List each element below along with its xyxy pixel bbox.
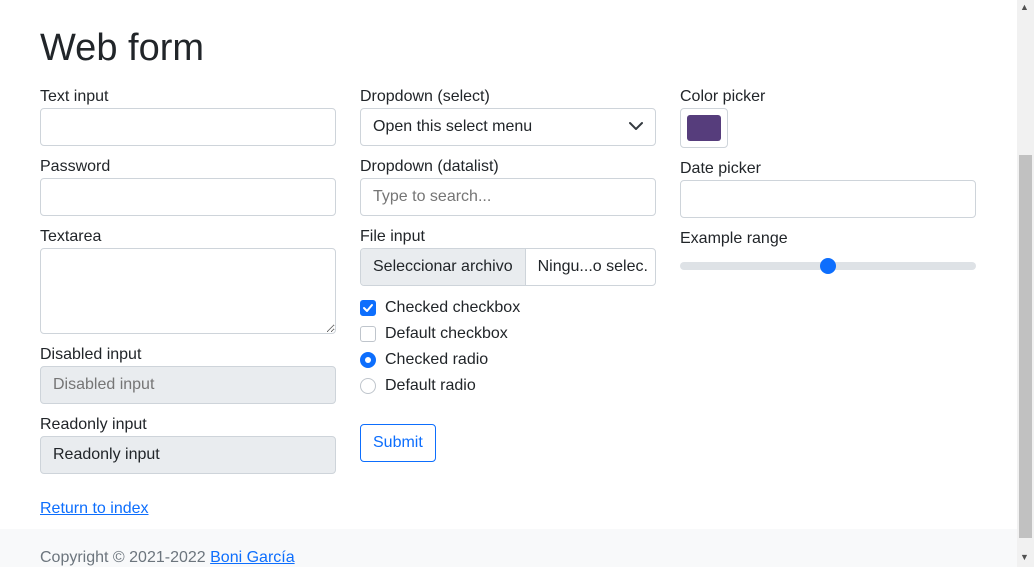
range-label: Example range: [680, 230, 788, 247]
text-input-label: Text input: [40, 88, 109, 105]
submit-button[interactable]: Submit: [360, 424, 436, 462]
form-column-2: Dropdown (select) Open this select menu …: [360, 86, 656, 462]
scrollbar-thumb[interactable]: [1019, 155, 1032, 538]
range-group: Example range: [680, 228, 976, 278]
date-picker-label: Date picker: [680, 160, 761, 177]
copyright-text: Copyright © 2021-2022: [40, 549, 206, 566]
default-radio[interactable]: Default radio: [360, 374, 656, 398]
range-thumb[interactable]: [820, 258, 836, 274]
default-checkbox[interactable]: Default checkbox: [360, 322, 656, 346]
file-input-label: File input: [360, 228, 425, 245]
datalist-input[interactable]: [360, 178, 656, 216]
password-group: Password: [40, 156, 336, 226]
range-slider[interactable]: [680, 250, 976, 278]
textarea-group: Textarea: [40, 226, 336, 344]
color-swatch: [687, 115, 721, 141]
checked-radio-label: Checked radio: [385, 351, 489, 368]
disabled-input: [40, 366, 336, 404]
date-picker-input[interactable]: [680, 180, 976, 218]
disabled-group: Disabled input: [40, 344, 336, 414]
disabled-input-label: Disabled input: [40, 346, 142, 363]
text-input-group: Text input: [40, 86, 336, 156]
select-value: Open this select menu: [373, 118, 533, 135]
return-to-index-link[interactable]: Return to index: [40, 500, 149, 518]
chevron-down-icon: [629, 118, 643, 136]
password-label: Password: [40, 158, 111, 175]
author-link[interactable]: Boni García: [210, 549, 294, 566]
checked-checkbox-label: Checked checkbox: [385, 299, 521, 316]
radio-checked-icon[interactable]: [360, 352, 376, 368]
select-group: Dropdown (select) Open this select menu: [360, 86, 656, 156]
form-column-3: Color picker Date picker Example range: [680, 86, 976, 278]
password-input[interactable]: [40, 178, 336, 216]
textarea-input[interactable]: [40, 248, 336, 334]
readonly-input[interactable]: [40, 436, 336, 474]
color-picker[interactable]: [680, 108, 728, 148]
checked-radio[interactable]: Checked radio: [360, 348, 656, 372]
checkbox-checked-icon[interactable]: [360, 300, 376, 316]
scroll-up-arrow-icon[interactable]: ▲: [1020, 2, 1029, 12]
scroll-down-arrow-icon[interactable]: ▼: [1020, 552, 1029, 562]
radio-empty-icon[interactable]: [360, 378, 376, 394]
textarea-label: Textarea: [40, 228, 102, 245]
page-title: Web form: [40, 27, 205, 69]
checkbox-empty-icon[interactable]: [360, 326, 376, 342]
file-input[interactable]: Seleccionar archivo Ningu...o selec.: [360, 248, 656, 286]
choose-file-button[interactable]: Seleccionar archivo: [361, 249, 526, 285]
readonly-group: Readonly input: [40, 414, 336, 484]
footer: Copyright © 2021-2022 Boni García: [0, 529, 1017, 567]
form-column-1: Text input Password Textarea Disabled in…: [40, 86, 336, 484]
checked-checkbox[interactable]: Checked checkbox: [360, 296, 656, 320]
text-input[interactable]: [40, 108, 336, 146]
file-group: File input Seleccionar archivo Ningu...o…: [360, 226, 656, 296]
readonly-input-label: Readonly input: [40, 416, 147, 433]
footer-text: Copyright © 2021-2022 Boni García: [40, 549, 295, 567]
datalist-group: Dropdown (datalist): [360, 156, 656, 226]
vertical-scrollbar[interactable]: ▲ ▼: [1017, 0, 1034, 567]
default-checkbox-label: Default checkbox: [385, 325, 508, 342]
default-radio-label: Default radio: [385, 377, 476, 394]
date-group: Date picker: [680, 158, 976, 228]
select-label: Dropdown (select): [360, 88, 490, 105]
color-group: Color picker: [680, 86, 976, 158]
file-name: Ningu...o selec.: [537, 258, 648, 275]
dropdown-select[interactable]: Open this select menu: [360, 108, 656, 146]
web-form-page: Web form Text input Password Textarea Di…: [0, 0, 1017, 567]
color-picker-label: Color picker: [680, 88, 766, 105]
datalist-label: Dropdown (datalist): [360, 158, 499, 175]
